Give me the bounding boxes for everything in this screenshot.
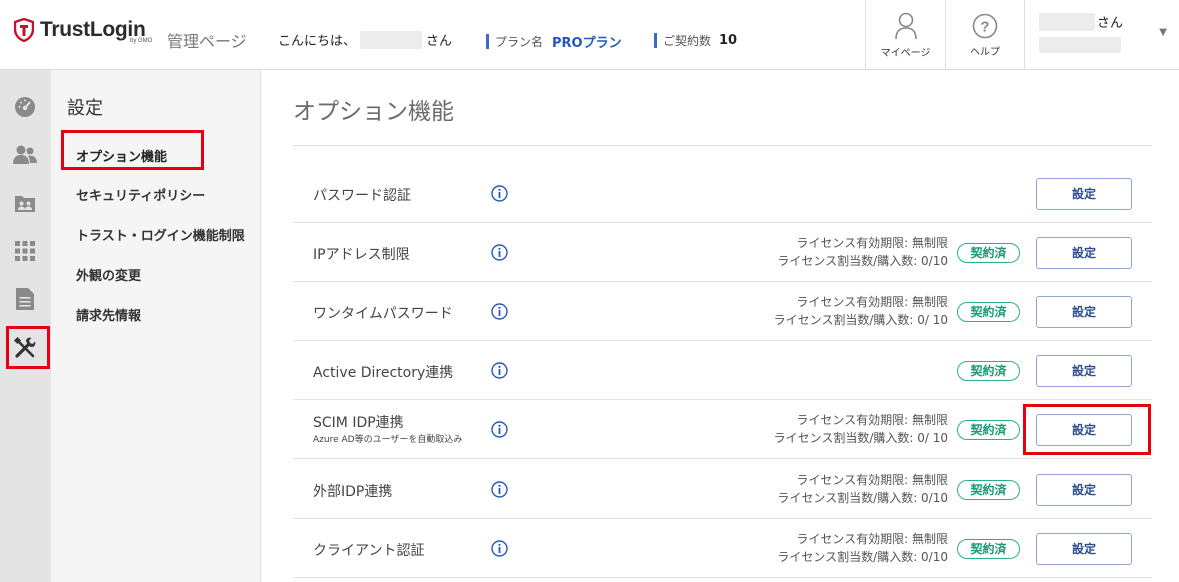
redacted-user-org <box>1039 37 1121 53</box>
license-info: ライセンス有効期限: 無制限 ライセンス割当数/購入数: 0/ 10 <box>774 411 948 447</box>
license-expiry: ライセンス有効期限: 無制限 <box>796 473 948 487</box>
option-row-otp: ワンタイムパスワード ライセンス有効期限: 無制限 ライセンス割当数/購入数: … <box>293 282 1152 341</box>
greeting: こんにちは、 さん <box>278 30 452 49</box>
redacted-username <box>360 30 423 49</box>
contracted-badge: 契約済 <box>957 243 1020 263</box>
info-icon[interactable] <box>491 481 508 498</box>
redacted-user-name <box>1039 12 1095 31</box>
user-suffix: さん <box>1097 16 1124 31</box>
active-nav-highlight <box>6 326 50 369</box>
info-icon[interactable] <box>491 244 508 261</box>
license-count: ライセンス割当数/購入数: 0/10 <box>777 550 948 564</box>
license-count: ライセンス割当数/購入数: 0/ 10 <box>773 313 948 327</box>
info-icon[interactable] <box>491 421 508 438</box>
contract-info: ご契約数 10 <box>654 32 737 49</box>
document-icon[interactable] <box>12 286 38 312</box>
groups-icon[interactable] <box>12 190 38 216</box>
contract-label: ご契約数 <box>663 34 712 48</box>
contracted-badge: 契約済 <box>957 302 1020 322</box>
greeting-prefix: こんにちは、 <box>278 34 357 49</box>
info-icon[interactable] <box>491 303 508 320</box>
user-menu[interactable]: さん ▼ <box>1024 0 1179 70</box>
admin-page-label: 管理ページ <box>167 32 247 51</box>
plan-value: PROプラン <box>552 36 622 51</box>
license-expiry: ライセンス有効期限: 無制限 <box>796 413 948 427</box>
option-label: SCIM IDP連携 <box>313 415 404 431</box>
settings-button[interactable]: 設定 <box>1036 474 1132 506</box>
settings-button[interactable]: 設定 <box>1036 355 1132 387</box>
mypage-button[interactable]: マイページ <box>865 0 945 70</box>
option-row-external-idp: 外部IDP連携 ライセンス有効期限: 無制限 ライセンス割当数/購入数: 0/1… <box>293 460 1152 519</box>
plan-label: プラン名 <box>495 35 544 49</box>
apps-icon[interactable] <box>12 238 38 264</box>
caret-down-icon[interactable]: ▼ <box>1159 27 1167 38</box>
option-label: 外部IDP連携 <box>313 484 393 500</box>
users-icon[interactable] <box>12 142 38 168</box>
shield-logo-icon <box>14 18 34 42</box>
settings-button[interactable]: 設定 <box>1036 296 1132 328</box>
settings-button[interactable]: 設定 <box>1036 178 1132 210</box>
menu-item-appearance[interactable]: 外観の変更 <box>76 265 141 284</box>
button-highlight <box>1023 404 1151 455</box>
settings-menu: 設定 オプション機能 セキュリティポリシー トラスト・ログイン機能制限 外観の変… <box>51 70 261 582</box>
license-info: ライセンス有効期限: 無制限 ライセンス割当数/購入数: 0/ 10 <box>774 293 948 329</box>
option-sublabel: Azure AD等のユーザーを自動取込み <box>313 435 463 445</box>
question-circle-icon: ? <box>972 13 998 38</box>
help-button[interactable]: ? ヘルプ <box>945 0 1024 70</box>
greeting-suffix: さん <box>426 34 453 49</box>
info-icon[interactable] <box>491 540 508 557</box>
menu-title: 設定 <box>67 98 103 119</box>
option-label: ワンタイムパスワード <box>313 306 453 322</box>
svg-text:?: ? <box>980 18 989 35</box>
option-label: IPアドレス制限 <box>313 247 410 263</box>
license-info: ライセンス有効期限: 無制限 ライセンス割当数/購入数: 0/10 <box>777 471 948 507</box>
contracted-badge: 契約済 <box>957 480 1020 500</box>
option-row-client-auth: クライアント認証 ライセンス有効期限: 無制限 ライセンス割当数/購入数: 0/… <box>293 519 1152 578</box>
top-header: TrustLogin by GMO 管理ページ こんにちは、 さん プラン名 P… <box>0 0 1179 70</box>
menu-item-security-policy[interactable]: セキュリティポリシー <box>76 185 205 204</box>
option-row-scim-idp: SCIM IDP連携 Azure AD等のユーザーを自動取込み ライセンス有効期… <box>293 400 1152 459</box>
active-menu-highlight <box>61 130 204 170</box>
info-icon[interactable] <box>491 185 508 202</box>
option-row-ip-restriction: IPアドレス制限 ライセンス有効期限: 無制限 ライセンス割当数/購入数: 0/… <box>293 223 1152 282</box>
person-icon <box>894 12 917 39</box>
icon-sidebar <box>0 70 51 582</box>
plan-info: プラン名 PROプラン <box>486 32 622 51</box>
settings-button[interactable]: 設定 <box>1036 533 1132 565</box>
license-info: ライセンス有効期限: 無制限 ライセンス割当数/購入数: 0/10 <box>777 530 948 566</box>
help-label: ヘルプ <box>970 46 1000 58</box>
contracted-badge: 契約済 <box>957 539 1020 559</box>
trustlogin-logo[interactable]: TrustLogin <box>14 18 146 42</box>
info-icon[interactable] <box>491 362 508 379</box>
license-count: ライセンス割当数/購入数: 0/ 10 <box>773 431 948 445</box>
page-title: オプション機能 <box>293 99 454 125</box>
mypage-label: マイページ <box>880 47 931 59</box>
license-info: ライセンス有効期限: 無制限 ライセンス割当数/購入数: 0/10 <box>777 234 948 270</box>
dashboard-icon[interactable] <box>12 94 38 120</box>
option-row-password: パスワード認証 設定 <box>293 164 1152 223</box>
settings-button[interactable]: 設定 <box>1036 237 1132 269</box>
menu-item-billing[interactable]: 請求先情報 <box>76 305 141 324</box>
option-label: パスワード認証 <box>313 188 411 204</box>
contracted-badge: 契約済 <box>957 420 1020 440</box>
option-label: Active Directory連携 <box>313 365 454 381</box>
contracted-badge: 契約済 <box>957 361 1020 381</box>
license-count: ライセンス割当数/購入数: 0/10 <box>777 491 948 505</box>
menu-item-function-restriction[interactable]: トラスト・ログイン機能制限 <box>76 225 245 244</box>
logo-sub: by GMO <box>130 38 153 44</box>
license-count: ライセンス割当数/購入数: 0/10 <box>777 254 948 268</box>
contract-value: 10 <box>719 33 738 48</box>
license-expiry: ライセンス有効期限: 無制限 <box>796 236 948 250</box>
license-expiry: ライセンス有効期限: 無制限 <box>796 532 948 546</box>
option-label: クライアント認証 <box>313 543 425 559</box>
option-row-active-directory: Active Directory連携 契約済 設定 <box>293 341 1152 400</box>
license-expiry: ライセンス有効期限: 無制限 <box>796 295 948 309</box>
